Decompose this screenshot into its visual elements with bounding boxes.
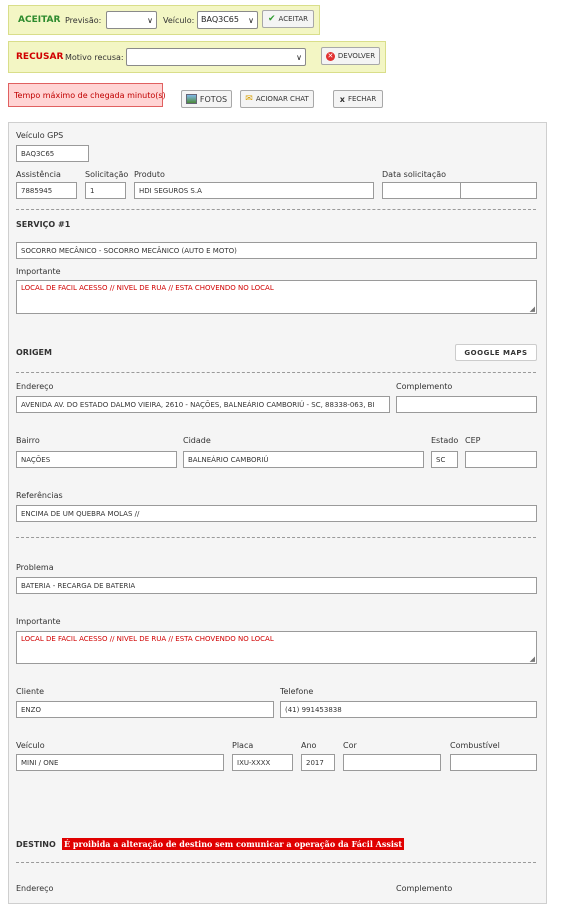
problem-label: Problema [16, 563, 54, 572]
close-button[interactable]: x FECHAR [333, 90, 383, 108]
vehicle-label: Veículo: [163, 16, 195, 25]
service-important-textarea[interactable]: LOCAL DE FACIL ACESSO // NIVEL DE RUA //… [16, 280, 537, 314]
resize-grip-icon[interactable]: ◢ [530, 655, 535, 663]
origin-address-field[interactable]: AVENIDA AV. DO ESTADO DALMO VIEIRA, 2610… [16, 396, 390, 413]
close-icon: x [339, 94, 345, 104]
color-field[interactable] [343, 754, 441, 771]
image-icon [185, 94, 197, 104]
request-date-field[interactable] [382, 182, 461, 199]
zip-label: CEP [465, 436, 481, 445]
accept-bar: ACEITAR Previsão: ∨ Veículo: BAQ3C65 ∨ ✔ … [8, 5, 320, 35]
photos-button-label: FOTOS [199, 94, 228, 104]
destination-complement-label: Complemento [396, 884, 453, 893]
district-field[interactable]: NAÇÕES [16, 451, 177, 468]
color-label: Cor [343, 741, 357, 750]
close-button-label: FECHAR [347, 95, 377, 103]
check-icon: ✔ [268, 14, 276, 24]
assistance-label: Assistência [16, 170, 61, 179]
fuel-field[interactable] [450, 754, 537, 771]
resize-grip-icon[interactable]: ◢ [530, 305, 535, 313]
state-field[interactable]: SC [431, 451, 458, 468]
accept-button-label: ACEITAR [278, 15, 308, 23]
accept-button[interactable]: ✔ ACEITAR [262, 10, 314, 28]
origin-complement-field[interactable] [396, 396, 537, 413]
plate-field[interactable]: IXU-XXXX [232, 754, 293, 771]
divider [16, 862, 536, 863]
service-important-text: LOCAL DE FACIL ACESSO // NIVEL DE RUA //… [21, 284, 274, 292]
divider [16, 372, 536, 373]
references-label: Referências [16, 491, 63, 500]
request-date-label: Data solicitação [382, 170, 447, 179]
client-vehicle-label: Veículo [16, 741, 45, 750]
envelope-icon: ✉ [245, 94, 253, 104]
plate-label: Placa [232, 741, 254, 750]
city-label: Cidade [183, 436, 211, 445]
year-label: Ano [301, 741, 317, 750]
service-field[interactable]: SOCORRO MECÂNICO - SOCORRO MECÂNICO (AUT… [16, 242, 537, 259]
origin-complement-label: Complemento [396, 382, 453, 391]
return-button[interactable]: ✕ DEVOLVER [321, 47, 380, 65]
chevron-down-icon: ∨ [248, 16, 254, 25]
vehicle-select-value: BAQ3C65 [201, 15, 239, 24]
refuse-bar: RECUSAR Motivo recusa: ∨ ✕ DEVOLVER [8, 41, 386, 73]
divider [16, 537, 536, 538]
google-maps-button[interactable]: GOOGLE MAPS [455, 344, 537, 361]
problem-important-text: LOCAL DE FACIL ACESSO // NIVEL DE RUA //… [21, 635, 274, 643]
origin-address-label: Endereço [16, 382, 54, 391]
close-icon: ✕ [325, 51, 335, 61]
chevron-down-icon: ∨ [147, 16, 153, 25]
google-maps-button-label: GOOGLE MAPS [464, 348, 528, 357]
vehicle-gps-label: Veículo GPS [16, 131, 64, 140]
request-label: Solicitação [85, 170, 129, 179]
fuel-label: Combustível [450, 741, 500, 750]
accept-title: ACEITAR [18, 15, 61, 25]
city-field[interactable]: BALNEÁRIO CAMBORIÚ [183, 451, 424, 468]
vehicle-select[interactable]: BAQ3C65 ∨ [197, 11, 258, 29]
chat-button-label: ACIONAR CHAT [255, 95, 309, 103]
destination-warning: É proibida a alteração de destino sem co… [62, 838, 405, 850]
divider [16, 209, 536, 210]
problem-field[interactable]: BATERIA - RECARGA DE BATERIA [16, 577, 537, 594]
phone-field[interactable]: (41) 991453838 [280, 701, 537, 718]
district-label: Bairro [16, 436, 40, 445]
product-label: Produto [134, 170, 165, 179]
request-field[interactable]: 1 [85, 182, 126, 199]
arrival-time-alert: Tempo máximo de chegada minuto(s) [8, 83, 166, 107]
origin-title: ORIGEM [16, 348, 52, 357]
client-field[interactable]: ENZO [16, 701, 274, 718]
client-label: Cliente [16, 687, 45, 696]
request-time-field[interactable] [460, 182, 537, 199]
return-button-label: DEVOLVER [337, 52, 376, 60]
refuse-reason-select[interactable]: ∨ [126, 48, 306, 66]
references-field[interactable]: ENCIMA DE UM QUEBRA MOLAS // [16, 505, 537, 522]
problem-important-label: Importante [16, 617, 61, 626]
refuse-title: RECUSAR [16, 52, 64, 62]
service-important-label: Importante [16, 267, 61, 276]
client-vehicle-field[interactable]: MINI / ONE [16, 754, 224, 771]
zip-field[interactable] [465, 451, 537, 468]
destination-title: DESTINO [16, 840, 56, 849]
state-label: Estado [431, 436, 459, 445]
destination-address-label: Endereço [16, 884, 54, 893]
vehicle-gps-field[interactable]: BAQ3C65 [16, 145, 89, 162]
photos-button[interactable]: FOTOS [181, 90, 232, 108]
phone-label: Telefone [280, 687, 314, 696]
product-field[interactable]: HDI SEGUROS S.A [134, 182, 374, 199]
forecast-select[interactable]: ∨ [106, 11, 157, 29]
chat-button[interactable]: ✉ ACIONAR CHAT [240, 90, 314, 108]
chevron-down-icon: ∨ [296, 53, 302, 62]
service-title: SERVIÇO #1 [16, 220, 71, 229]
assistance-field[interactable]: 7885945 [16, 182, 77, 199]
refuse-reason-label: Motivo recusa: [65, 53, 124, 62]
forecast-label: Previsão: [65, 16, 102, 25]
problem-important-textarea[interactable]: LOCAL DE FACIL ACESSO // NIVEL DE RUA //… [16, 631, 537, 664]
year-field[interactable]: 2017 [301, 754, 335, 771]
alert-text: Tempo máximo de chegada minuto(s) [14, 90, 166, 100]
